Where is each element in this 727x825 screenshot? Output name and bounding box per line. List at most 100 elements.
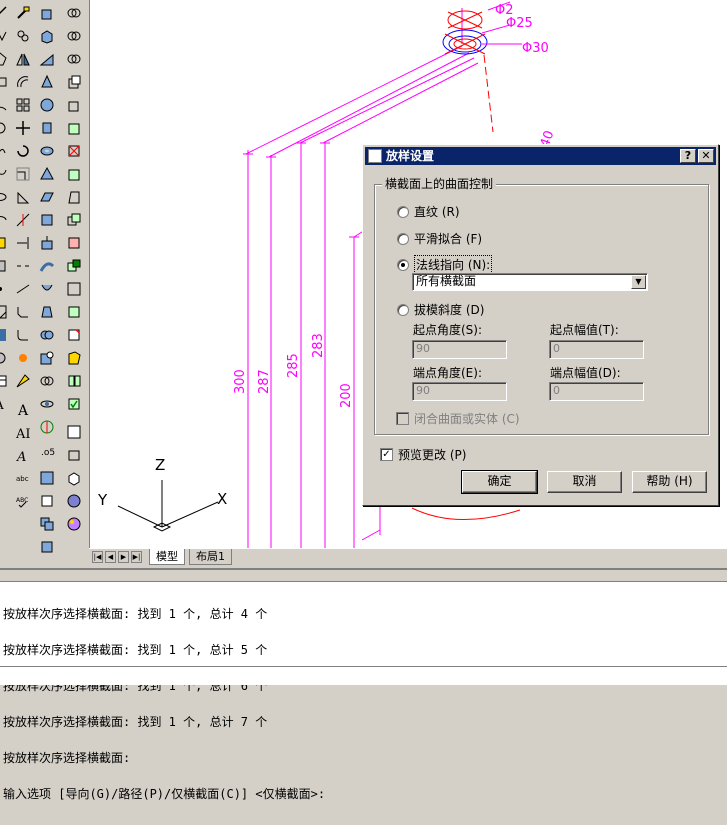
3d-orbit-button[interactable] [36,393,58,415]
scale-tool-button[interactable] [12,163,34,185]
text-tool-button[interactable]: A [12,398,34,420]
polysolid-button[interactable] [36,2,58,24]
copy-face-button[interactable] [63,209,85,231]
radio-ruled[interactable]: 直纹 (R) [397,203,460,220]
mtext-tool-button[interactable]: A [0,393,11,415]
spline-tool-button[interactable] [0,163,11,185]
materials-button[interactable] [63,467,85,489]
box-button[interactable] [36,25,58,47]
conceptual-button[interactable] [63,25,85,47]
mirror-tool-button[interactable] [12,48,34,70]
rotate-face-button[interactable] [63,163,85,185]
wedge-button[interactable] [36,48,58,70]
insert-block-button[interactable] [0,232,11,254]
radio-ruled-dot[interactable] [397,205,409,218]
close-button[interactable]: ✕ [698,149,714,163]
torus-button[interactable] [36,140,58,162]
delete-face-button[interactable] [63,140,85,162]
move-face-button[interactable] [63,94,85,116]
cancel-button[interactable]: 取消 [547,471,622,493]
chevron-down-icon[interactable]: ▼ [631,275,646,289]
array-tool-button[interactable] [12,94,34,116]
view-iso-button[interactable] [36,513,58,535]
intersect-button[interactable] [36,370,58,392]
command-input[interactable] [0,666,727,685]
taper-face-button[interactable] [63,186,85,208]
loft-button[interactable] [36,301,58,323]
revcloud-tool-button[interactable] [0,140,11,162]
color-face-button[interactable] [63,232,85,254]
shell-button[interactable] [63,370,85,392]
tab-layout1[interactable]: 布局1 [189,549,232,565]
check-button[interactable] [63,393,85,415]
sphere-material-button[interactable] [63,513,85,535]
color-edge-button[interactable] [63,278,85,300]
3d-rotate-button[interactable]: .o5 [36,439,58,461]
move-tool-button[interactable] [12,117,34,139]
point-tool-button[interactable] [0,278,11,300]
separate-button[interactable] [63,347,85,369]
offset-tool-button[interactable] [12,71,34,93]
3d-move-button[interactable] [36,416,58,438]
radio-smooth-fit-dot[interactable] [397,232,409,245]
radio-draft-angles-dot[interactable] [397,303,409,316]
presspull-button[interactable] [36,232,58,254]
lights-button[interactable] [63,444,85,466]
spelling-button[interactable]: ABC [12,490,34,512]
camera-button[interactable] [63,490,85,512]
explode-tool-button[interactable] [12,347,34,369]
last-tab-arrow[interactable]: ▶| [131,551,142,563]
tab-model[interactable]: 模型 [149,549,185,565]
arc-tool-button[interactable] [0,94,11,116]
chamfer-tool-button[interactable] [12,301,34,323]
realistic-button[interactable] [63,48,85,70]
radio-smooth-fit[interactable]: 平滑拟合 (F) [397,230,482,247]
subtract-button[interactable] [36,347,58,369]
polygon-tool-button[interactable] [0,48,11,70]
view-top-button[interactable] [36,467,58,489]
imprint-button[interactable] [63,301,85,323]
ellipse-tool-button[interactable] [0,186,11,208]
extrude-button[interactable] [36,209,58,231]
planar-surface-button[interactable] [36,186,58,208]
circle-tool-button[interactable] [0,117,11,139]
normal-to-select[interactable]: 所有横截面 ▼ [412,273,648,291]
dialog-titlebar[interactable]: 放样设置 ? ✕ [365,147,716,165]
clean-button[interactable] [63,324,85,346]
copy-edge-button[interactable] [63,255,85,277]
pyramid-button[interactable] [36,163,58,185]
next-tab-arrow[interactable]: ▶ [118,551,129,563]
sweep-button[interactable] [36,255,58,277]
end-magnitude-field[interactable]: 0 [549,382,644,401]
stretch-tool-button[interactable] [12,186,34,208]
radio-normal-to-dot[interactable] [397,258,409,271]
polyline-tool-button[interactable] [0,25,11,47]
erase-tool-button[interactable] [12,2,34,24]
single-text-button[interactable]: AI [12,421,34,443]
revolve-button[interactable] [36,278,58,300]
table-tool-button[interactable] [0,370,11,392]
view-back-button[interactable] [36,536,58,558]
rectangle-tool-button[interactable] [0,71,11,93]
preview-changes-checkbox[interactable]: ✓ 预览更改 (P) [380,446,466,463]
help-title-button[interactable]: ? [680,149,696,163]
ok-button[interactable]: 确定 [461,470,538,494]
line-tool-button[interactable] [0,2,11,24]
region-tool-button[interactable] [0,347,11,369]
extend-tool-button[interactable] [12,232,34,254]
break-tool-button[interactable] [12,255,34,277]
properties-tool-button[interactable] [12,370,34,392]
checkmark-icon[interactable]: ✓ [380,448,393,461]
start-angle-field[interactable]: 90 [412,340,507,359]
view-front-button[interactable] [36,490,58,512]
close-surface-box[interactable] [396,412,409,425]
prev-tab-arrow[interactable]: ◀ [105,551,116,563]
make-block-button[interactable] [0,255,11,277]
help-button[interactable]: 帮助 (H) [632,471,707,493]
union-button[interactable] [36,324,58,346]
radio-draft-angles[interactable]: 拔模斜度 (D) [397,301,484,318]
rotate-tool-button[interactable] [12,140,34,162]
cone-button[interactable] [36,71,58,93]
hatch-tool-button[interactable] [0,301,11,323]
fillet-tool-button[interactable] [12,324,34,346]
